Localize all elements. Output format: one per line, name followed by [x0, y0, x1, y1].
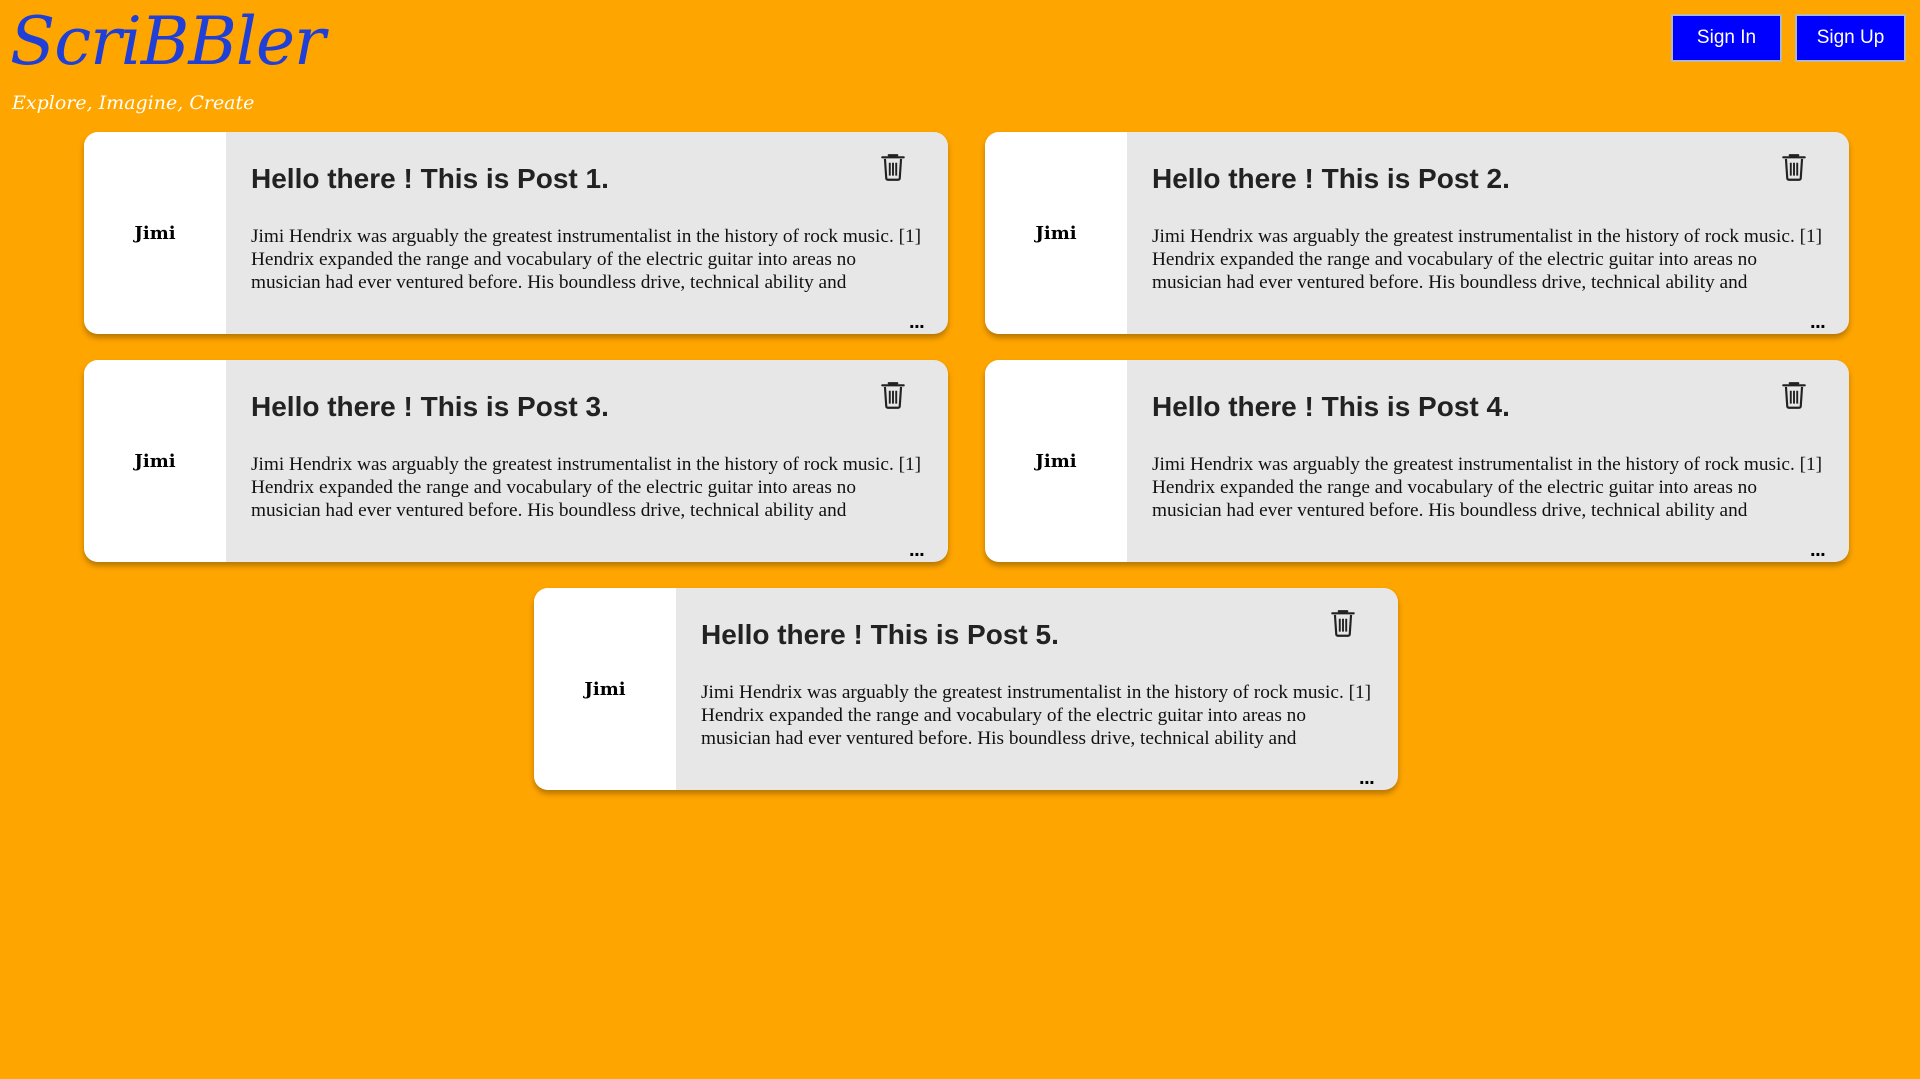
site-tagline: Explore, Imagine, Create	[12, 92, 255, 114]
post-title[interactable]: Hello there ! This is Post 3.	[251, 391, 609, 423]
sign-in-button[interactable]: Sign In	[1671, 14, 1782, 62]
more-icon[interactable]: ...	[1810, 543, 1826, 559]
trash-icon[interactable]	[880, 152, 906, 182]
post-content: Hello there ! This is Post 5. Jimi Hendr…	[676, 588, 1398, 790]
site-logo[interactable]: ScriBBler	[10, 2, 326, 82]
trash-icon[interactable]	[1781, 380, 1807, 410]
post-author: Jimi	[534, 588, 676, 790]
trash-icon[interactable]	[1781, 152, 1807, 182]
post-author: Jimi	[985, 360, 1127, 562]
post-content: Hello there ! This is Post 4. Jimi Hendr…	[1127, 360, 1849, 562]
more-icon[interactable]: ...	[909, 543, 925, 559]
post-text: Jimi Hendrix was arguably the greatest i…	[701, 682, 1372, 749]
post-card: Jimi Hello there ! This is Post 5. Jimi …	[534, 588, 1398, 790]
post-content: Hello there ! This is Post 1. Jimi Hendr…	[226, 132, 948, 334]
post-author: Jimi	[84, 360, 226, 562]
trash-icon[interactable]	[1330, 608, 1356, 638]
post-author: Jimi	[84, 132, 226, 334]
post-title[interactable]: Hello there ! This is Post 4.	[1152, 391, 1510, 423]
post-title[interactable]: Hello there ! This is Post 1.	[251, 163, 609, 195]
post-text: Jimi Hendrix was arguably the greatest i…	[251, 454, 922, 521]
post-text: Jimi Hendrix was arguably the greatest i…	[1152, 226, 1823, 293]
post-author: Jimi	[985, 132, 1127, 334]
post-title[interactable]: Hello there ! This is Post 5.	[701, 619, 1059, 651]
post-content: Hello there ! This is Post 2. Jimi Hendr…	[1127, 132, 1849, 334]
post-card: Jimi Hello there ! This is Post 1. Jimi …	[84, 132, 948, 334]
more-icon[interactable]: ...	[1810, 315, 1826, 331]
post-card: Jimi Hello there ! This is Post 4. Jimi …	[985, 360, 1849, 562]
more-icon[interactable]: ...	[909, 315, 925, 331]
trash-icon[interactable]	[880, 380, 906, 410]
post-text: Jimi Hendrix was arguably the greatest i…	[1152, 454, 1823, 521]
sign-up-button[interactable]: Sign Up	[1795, 14, 1906, 62]
post-content: Hello there ! This is Post 3. Jimi Hendr…	[226, 360, 948, 562]
post-text: Jimi Hendrix was arguably the greatest i…	[251, 226, 922, 293]
post-title[interactable]: Hello there ! This is Post 2.	[1152, 163, 1510, 195]
post-card: Jimi Hello there ! This is Post 2. Jimi …	[985, 132, 1849, 334]
post-card: Jimi Hello there ! This is Post 3. Jimi …	[84, 360, 948, 562]
more-icon[interactable]: ...	[1359, 771, 1375, 787]
